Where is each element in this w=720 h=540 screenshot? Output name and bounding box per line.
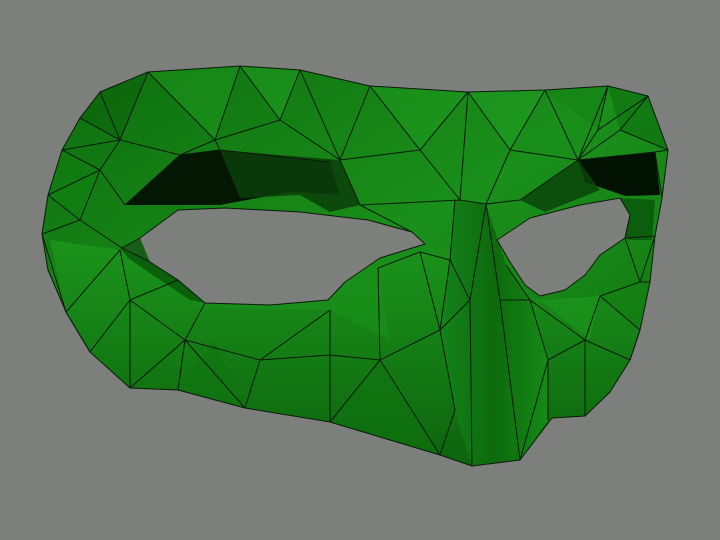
mask-render: [0, 0, 720, 540]
3d-viewport: [0, 0, 720, 540]
